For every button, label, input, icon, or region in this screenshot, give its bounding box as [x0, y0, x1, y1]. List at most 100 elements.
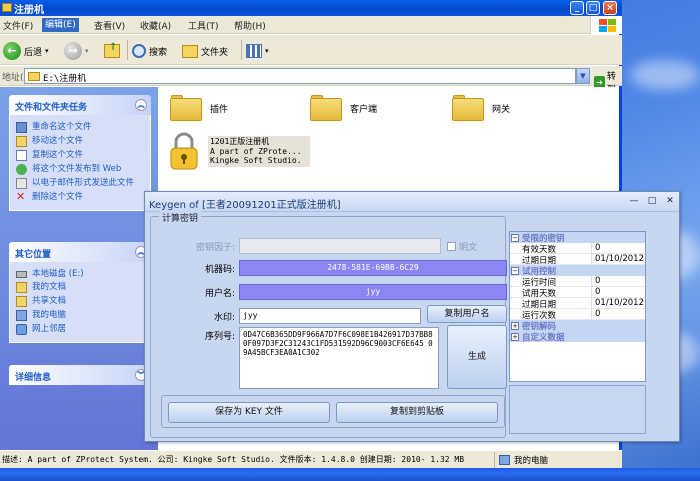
views-button[interactable]: ▾	[246, 41, 269, 61]
views-icon	[246, 44, 262, 58]
key-factor-field[interactable]	[239, 238, 441, 254]
place-network[interactable]: 网上邻居	[16, 324, 144, 335]
property-row[interactable]: 运行次数 0	[510, 309, 645, 321]
category-custom-data[interactable]: + 自定义数据	[510, 331, 645, 343]
category-restricted-key[interactable]: − 受限的密钥	[510, 232, 645, 244]
place-label: 共享文档	[32, 296, 67, 306]
close-button[interactable]: ×	[603, 1, 617, 15]
folders-label: 文件夹	[201, 47, 229, 58]
minimize-button[interactable]: —	[627, 196, 641, 207]
other-places-panel: 其它位置 ︽ 本地磁盘 (E:) 我的文档 共享文档 我的电脑 网上邻居	[9, 242, 151, 343]
collapse-icon[interactable]: −	[511, 233, 519, 242]
property-row[interactable]: 试用天数 0	[510, 287, 645, 299]
task-delete[interactable]: ✕ 删除这个文件	[16, 191, 144, 203]
menu-favorites[interactable]: 收藏(A)	[140, 19, 171, 32]
close-button[interactable]: ✕	[663, 196, 677, 207]
save-key-file-button[interactable]: 保存为 KEY 文件	[168, 402, 330, 423]
padlock-icon	[170, 132, 198, 170]
task-label: 移动这个文件	[32, 136, 84, 146]
task-publish-web[interactable]: 将这个文件发布到 Web	[16, 164, 144, 175]
menu-tools[interactable]: 工具(T)	[188, 19, 219, 32]
category-trial-control[interactable]: − 试用控制	[510, 265, 645, 277]
place-label: 我的文档	[32, 282, 67, 292]
search-label: 搜索	[149, 47, 168, 58]
file-tasks-header[interactable]: 文件和文件夹任务 ︽	[9, 95, 151, 115]
keygen-title-bar[interactable]: Keygen of [王者20091201正式版注册机] — □ ✕	[145, 192, 679, 212]
other-places-header[interactable]: 其它位置 ︽	[9, 242, 151, 262]
folder-label: 客户端	[350, 104, 378, 115]
folder-label: 网关	[492, 104, 511, 115]
address-input[interactable]: E:\注册机	[24, 68, 576, 84]
maximize-button[interactable]: □	[645, 196, 659, 207]
file-name: 1201正版注册机	[210, 137, 270, 146]
place-my-documents[interactable]: 我的文档	[16, 282, 144, 293]
task-rename[interactable]: 重命名这个文件	[16, 122, 144, 133]
rename-icon	[16, 122, 27, 133]
task-label: 重命名这个文件	[32, 122, 92, 132]
window-title: 注册机	[14, 5, 44, 16]
expand-icon[interactable]: +	[511, 332, 519, 341]
username-label: 用户名:	[204, 289, 235, 299]
property-grid: − 受限的密钥 有效天数 0 过期日期 01/10/2012 − 试用控制 运行时间 0 …	[509, 231, 646, 382]
key-factor-label: 密钥因子:	[195, 243, 235, 253]
property-key: 运行时间	[510, 276, 592, 288]
file-description: A part of ZProte...	[210, 146, 302, 156]
menu-edit[interactable]: 编辑(E)	[42, 18, 79, 32]
folder-icon	[452, 95, 484, 121]
serial-textarea[interactable]: 0D47C6B365DD9F966A7D7F6C098E1B426917D37B…	[239, 327, 439, 389]
up-folder-button[interactable]: ↑	[104, 41, 120, 61]
maximize-button[interactable]: □	[586, 1, 600, 15]
property-key: 试用天数	[510, 287, 592, 299]
collapse-icon[interactable]: −	[511, 266, 519, 275]
address-dropdown-button[interactable]: ▼	[576, 68, 590, 84]
generate-button[interactable]: 生成	[447, 325, 507, 389]
back-button[interactable]: ← 后退 ▾	[3, 41, 49, 61]
task-label: 复制这个文件	[32, 150, 84, 160]
details-header[interactable]: 详细信息 ︾	[9, 365, 151, 385]
folder-gateway[interactable]: 网关	[452, 95, 510, 121]
category-key-decode[interactable]: + 密钥解码	[510, 320, 645, 332]
menu-help[interactable]: 帮助(H)	[234, 19, 266, 32]
machine-code-label: 机器码:	[204, 265, 235, 275]
property-row[interactable]: 过期日期 01/10/2012	[510, 298, 645, 310]
file-tasks-title: 文件和文件夹任务	[15, 103, 88, 113]
machine-code-field[interactable]: 2478-581E-69B8-6C29	[239, 260, 507, 276]
copy-username-button[interactable]: 复制用户名	[427, 305, 507, 323]
place-local-disk[interactable]: 本地磁盘 (E:)	[16, 269, 144, 279]
menu-file[interactable]: 文件(F)	[3, 19, 33, 32]
task-copy[interactable]: 复制这个文件	[16, 150, 144, 161]
menu-view[interactable]: 查看(V)	[94, 19, 125, 32]
folder-label: 插件	[210, 104, 229, 115]
task-label: 以电子邮件形式发送此文件	[32, 178, 135, 188]
folder-icon	[170, 95, 202, 121]
status-zone-label: 我的电脑	[514, 456, 549, 466]
task-label: 将这个文件发布到 Web	[32, 164, 122, 174]
property-row[interactable]: 过期日期 01/10/2012	[510, 254, 645, 266]
file-keygen-label: 1201正版注册机 A part of ZProte... Kingke Sof…	[208, 136, 310, 167]
username-field[interactable]: jyy	[239, 284, 507, 300]
task-move[interactable]: 移动这个文件	[16, 136, 144, 147]
folder-plugins[interactable]: 插件	[170, 95, 228, 121]
watermark-field[interactable]: jyy	[239, 308, 421, 324]
plaintext-checkbox[interactable]: 明文	[447, 240, 477, 253]
place-my-computer[interactable]: 我的电脑	[16, 310, 144, 321]
menu-bar: 文件(F) 编辑(E) 查看(V) 收藏(A) 工具(T) 帮助(H)	[0, 16, 622, 34]
folders-button[interactable]: 文件夹	[182, 41, 228, 61]
place-shared-documents[interactable]: 共享文档	[16, 296, 144, 307]
folder-icon	[310, 95, 342, 121]
task-email[interactable]: 以电子邮件形式发送此文件	[16, 178, 144, 189]
copy-to-clipboard-button[interactable]: 复制到剪贴板	[336, 402, 498, 423]
expand-icon[interactable]: +	[511, 321, 519, 330]
search-button[interactable]: 搜索	[132, 41, 167, 61]
forward-button[interactable]: → ▾	[64, 41, 89, 61]
property-row[interactable]: 有效天数 0	[510, 243, 645, 255]
watermark-label: 水印:	[213, 313, 235, 323]
property-row[interactable]: 运行时间 0	[510, 276, 645, 288]
minimize-button[interactable]: _	[570, 1, 584, 15]
explorer-title-bar[interactable]: 注册机 _ □ ×	[0, 0, 622, 16]
collapse-icon[interactable]: ︽	[135, 99, 147, 111]
keygen-dialog: Keygen of [王者20091201正式版注册机] — □ ✕ 计算密钥 …	[144, 191, 680, 442]
chevron-down-icon: ▾	[45, 47, 49, 55]
keygen-title: Keygen of [王者20091201正式版注册机]	[149, 200, 341, 211]
folder-client[interactable]: 客户端	[310, 95, 377, 121]
